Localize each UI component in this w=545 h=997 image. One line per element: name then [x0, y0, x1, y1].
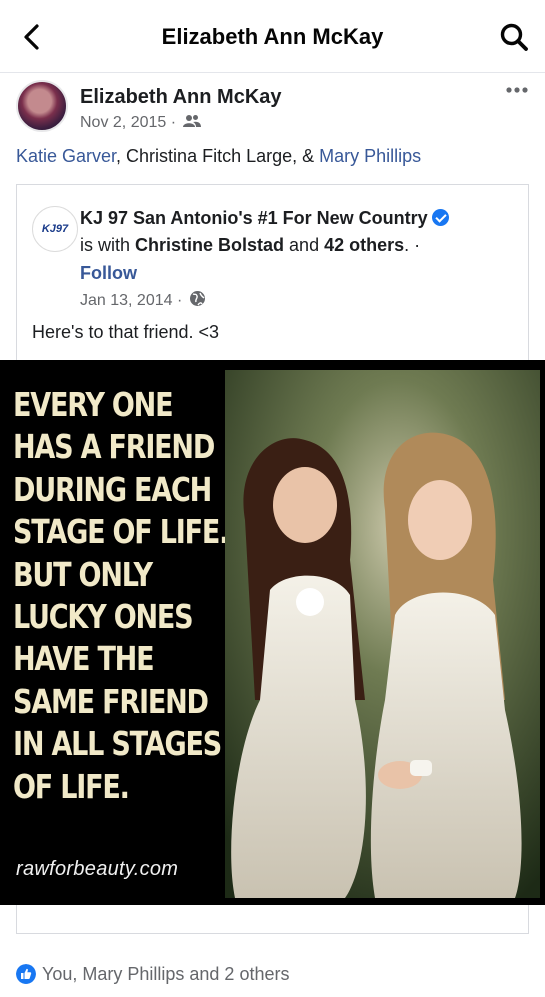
page-name[interactable]: KJ 97 San Antonio's #1 For New Country: [80, 208, 428, 228]
quote-line: HAVE THE: [13, 639, 155, 679]
quote-line: DURING EACH: [13, 469, 212, 509]
more-options-button[interactable]: [505, 83, 529, 97]
with-prefix: is with: [80, 235, 136, 255]
page-title: Elizabeth Ann McKay: [161, 24, 384, 49]
quote-line: BUT ONLY: [13, 554, 153, 594]
tagged-people: Katie Garver, Christina Fitch Large, & M…: [16, 146, 421, 167]
more-dots-icon: [506, 87, 528, 93]
shared-image[interactable]: EVERY ONE HAS A FRIEND DURING EACH STAGE…: [0, 360, 545, 905]
with-others[interactable]: 42 others: [324, 235, 404, 255]
with-and: and: [284, 235, 325, 255]
with-person[interactable]: Christine Bolstad: [135, 235, 284, 255]
with-line: is with Christine Bolstad and 42 others.…: [80, 235, 420, 256]
page-name-line: KJ 97 San Antonio's #1 For New Country: [80, 208, 449, 229]
quote-text: EVERY ONE HAS A FRIEND DURING EACH STAGE…: [13, 384, 229, 808]
quote-line: EVERY ONE: [13, 385, 174, 424]
top-bar: Elizabeth Ann McKay: [0, 0, 545, 73]
quote-line: SAME FRIEND: [13, 681, 209, 721]
like-icon: [16, 964, 36, 984]
shared-date[interactable]: Jan 13, 2014 ·: [80, 292, 182, 309]
globe-icon: [189, 291, 205, 306]
author-name[interactable]: Elizabeth Ann McKay: [80, 86, 282, 109]
shared-meta: Jan 13, 2014 ·: [80, 290, 206, 310]
search-button[interactable]: [499, 22, 529, 52]
follow-button[interactable]: Follow: [80, 263, 137, 284]
page-logo[interactable]: KJ97: [32, 206, 78, 252]
avatar[interactable]: [16, 80, 68, 132]
tag-link-katie-garver[interactable]: Katie Garver: [16, 146, 116, 166]
quote-line: STAGE OF LIFE.: [13, 512, 229, 552]
reactions-text[interactable]: You, Mary Phillips and 2 others: [42, 964, 289, 985]
friends-icon: [182, 115, 201, 127]
tag-link-mary-phillips[interactable]: Mary Phillips: [319, 146, 421, 166]
image-watermark: rawforbeauty.com: [16, 858, 179, 880]
reactions-summary[interactable]: You, Mary Phillips and 2 others: [16, 962, 289, 986]
quote-line: HAS A FRIEND: [13, 427, 215, 467]
post-header: Elizabeth Ann McKay Nov 2, 2015 ·: [0, 73, 545, 143]
post-meta: Nov 2, 2015 ·: [80, 114, 201, 132]
two-girls-photo: [225, 370, 540, 898]
tag-text: , Christina Fitch Large, &: [116, 146, 320, 166]
quote-line: OF LIFE.: [13, 766, 130, 806]
post-date[interactable]: Nov 2, 2015 ·: [80, 114, 176, 131]
shared-post-text: Here's to that friend. <3: [32, 322, 220, 342]
quote-line: IN ALL STAGES: [13, 724, 222, 764]
with-suffix: . ·: [404, 235, 421, 255]
verified-badge-icon: [431, 209, 449, 226]
search-icon: [500, 23, 528, 51]
quote-line: LUCKY ONES: [13, 597, 194, 637]
